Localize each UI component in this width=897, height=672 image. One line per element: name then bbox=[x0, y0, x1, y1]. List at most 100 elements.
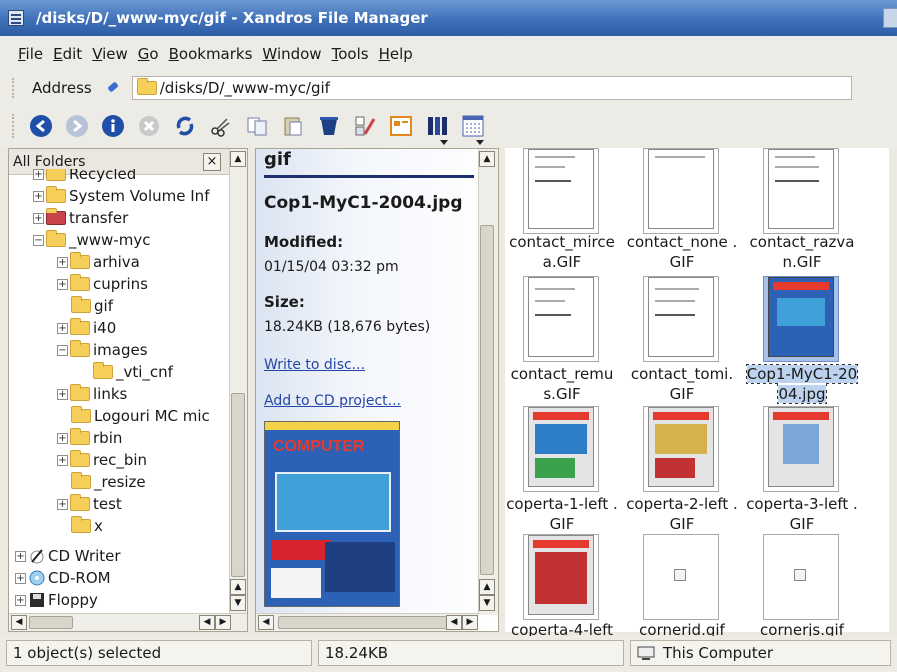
file-label[interactable]: coperta-3-left .GIF bbox=[745, 494, 859, 534]
scroll-up-arrow[interactable]: ▲ bbox=[230, 151, 246, 167]
tree-item[interactable]: + test bbox=[57, 493, 122, 515]
tree-item[interactable]: + Floppy bbox=[15, 589, 98, 611]
tree-item[interactable]: _vti_cnf bbox=[93, 361, 173, 383]
scroll-left-arrow[interactable]: ◀ bbox=[199, 615, 215, 630]
write-to-disc-link[interactable]: Write to disc... bbox=[264, 357, 365, 373]
menu-window[interactable]: Window bbox=[262, 43, 321, 65]
expander-icon[interactable]: − bbox=[33, 234, 44, 246]
scroll-up-arrow-bottom[interactable]: ▲ bbox=[479, 579, 495, 595]
tree-item[interactable]: x bbox=[71, 515, 103, 537]
menu-edit[interactable]: Edit bbox=[53, 43, 82, 65]
file-thumbnail[interactable] bbox=[523, 148, 599, 234]
expander-icon[interactable]: + bbox=[33, 169, 44, 180]
cut-button[interactable] bbox=[208, 113, 234, 139]
menu-bookmarks[interactable]: Bookmarks bbox=[169, 43, 253, 65]
tree-item[interactable]: Logouri MC mic bbox=[71, 405, 210, 427]
stop-button[interactable] bbox=[136, 113, 162, 139]
menu-tools[interactable]: Tools bbox=[332, 43, 369, 65]
tree-item[interactable]: + rbin bbox=[57, 427, 122, 449]
file-label[interactable]: coperta-1-left .GIF bbox=[505, 494, 619, 534]
window-control-button[interactable] bbox=[883, 8, 897, 28]
forward-button[interactable] bbox=[64, 113, 90, 139]
scroll-up-arrow[interactable]: ▲ bbox=[479, 151, 495, 167]
tile-view-button[interactable] bbox=[388, 113, 414, 139]
tree-item[interactable]: _resize bbox=[71, 471, 146, 493]
file-thumbnail[interactable] bbox=[643, 534, 719, 620]
app-icon[interactable] bbox=[8, 10, 24, 26]
tree-item[interactable]: + CD-ROM bbox=[15, 567, 111, 589]
tree-item[interactable]: − _www-myc bbox=[33, 229, 150, 251]
file-thumbnail[interactable] bbox=[763, 148, 839, 234]
toolbar-grip[interactable] bbox=[12, 114, 18, 138]
address-input[interactable]: /disks/D/_www-myc/gif bbox=[131, 76, 852, 100]
scroll-right-arrow[interactable]: ▶ bbox=[462, 615, 478, 630]
scroll-thumb[interactable] bbox=[278, 616, 452, 629]
tree-item[interactable]: + transfer bbox=[33, 207, 128, 229]
scroll-right-arrow[interactable]: ▶ bbox=[215, 615, 231, 630]
column-view-button[interactable] bbox=[424, 113, 450, 145]
expander-icon[interactable]: + bbox=[57, 388, 68, 400]
scroll-left-arrow[interactable]: ◀ bbox=[446, 615, 462, 630]
info-vertical-scrollbar[interactable]: ▲ ▲ ▼ bbox=[478, 149, 498, 615]
delete-button[interactable] bbox=[316, 113, 342, 139]
menu-view[interactable]: View bbox=[92, 43, 128, 65]
expander-icon[interactable]: + bbox=[15, 594, 26, 606]
file-thumbnail-selected[interactable] bbox=[763, 276, 839, 362]
tree-horizontal-scrollbar[interactable]: ◀ ◀ ▶ bbox=[9, 613, 247, 631]
file-thumbnail[interactable] bbox=[523, 406, 599, 492]
info-button[interactable] bbox=[100, 113, 126, 139]
tree-item[interactable]: + Recycled bbox=[33, 169, 136, 185]
expander-icon[interactable]: + bbox=[57, 454, 68, 466]
refresh-button[interactable] bbox=[172, 113, 198, 139]
tree-item[interactable]: + links bbox=[57, 383, 127, 405]
expander-icon[interactable]: + bbox=[57, 322, 68, 334]
scroll-down-arrow[interactable]: ▼ bbox=[479, 595, 495, 611]
menu-file[interactable]: File bbox=[18, 43, 43, 65]
tree-item[interactable]: − images bbox=[57, 339, 148, 361]
scroll-up-arrow-bottom[interactable]: ▲ bbox=[230, 579, 246, 595]
paste-button[interactable] bbox=[280, 113, 306, 139]
file-thumbnail[interactable] bbox=[763, 534, 839, 620]
scroll-left-arrow[interactable]: ◀ bbox=[258, 615, 274, 630]
scroll-thumb[interactable] bbox=[231, 393, 245, 577]
clear-address-icon[interactable] bbox=[106, 82, 124, 94]
tree-item[interactable]: + i40 bbox=[57, 317, 116, 339]
copy-button[interactable] bbox=[244, 113, 270, 139]
file-label[interactable]: contact_tomi. GIF bbox=[625, 364, 739, 404]
expander-icon[interactable]: − bbox=[57, 344, 68, 356]
file-label-selected[interactable]: Cop1-MyC1-20 04.jpg bbox=[745, 364, 859, 404]
file-label[interactable]: contact_remu s.GIF bbox=[505, 364, 619, 404]
expander-icon[interactable]: + bbox=[57, 432, 68, 444]
file-label[interactable]: coperta-2-left .GIF bbox=[625, 494, 739, 534]
file-thumbnail[interactable] bbox=[523, 276, 599, 362]
file-label[interactable]: contact_mirce a.GIF bbox=[505, 232, 619, 272]
expander-icon[interactable]: + bbox=[57, 256, 68, 268]
file-thumbnail[interactable] bbox=[523, 534, 599, 620]
file-thumbnail[interactable] bbox=[643, 276, 719, 362]
tree-item[interactable]: + CD Writer bbox=[15, 545, 121, 567]
detail-view-button[interactable] bbox=[460, 113, 486, 145]
expander-icon[interactable]: + bbox=[33, 212, 44, 224]
scroll-thumb[interactable] bbox=[480, 225, 494, 575]
properties-button[interactable] bbox=[352, 113, 378, 139]
expander-icon[interactable]: + bbox=[57, 278, 68, 290]
menu-go[interactable]: Go bbox=[138, 43, 159, 65]
tree-item-selected[interactable]: gif bbox=[71, 295, 113, 317]
menu-help[interactable]: Help bbox=[379, 43, 413, 65]
file-thumbnail[interactable] bbox=[643, 406, 719, 492]
file-label[interactable]: contact_none .GIF bbox=[625, 232, 739, 272]
file-thumbnail[interactable] bbox=[643, 148, 719, 234]
expander-icon[interactable]: + bbox=[57, 498, 68, 510]
tree-item[interactable]: + System Volume Inf bbox=[33, 185, 209, 207]
scroll-thumb[interactable] bbox=[29, 616, 73, 629]
toolbar-grip[interactable] bbox=[12, 78, 18, 98]
scroll-down-arrow[interactable]: ▼ bbox=[230, 595, 246, 611]
scroll-left-arrow[interactable]: ◀ bbox=[11, 615, 27, 630]
expander-icon[interactable]: + bbox=[33, 190, 44, 202]
add-to-cd-project-link[interactable]: Add to CD project... bbox=[264, 393, 401, 409]
expander-icon[interactable]: + bbox=[15, 572, 26, 584]
back-button[interactable] bbox=[28, 113, 54, 139]
info-horizontal-scrollbar[interactable]: ◀ ◀ ▶ bbox=[256, 613, 478, 631]
tree-item[interactable]: + arhiva bbox=[57, 251, 140, 273]
tree-item[interactable]: + cuprins bbox=[57, 273, 148, 295]
